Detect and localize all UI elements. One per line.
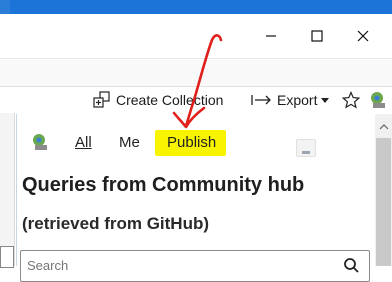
extension-icon — [33, 134, 47, 150]
star-icon — [342, 91, 360, 109]
minus-icon — [302, 151, 310, 154]
search-icon[interactable] — [343, 257, 359, 273]
left-pane-control[interactable] — [0, 246, 14, 268]
close-icon — [357, 30, 369, 42]
create-collection-icon — [93, 91, 110, 108]
minimize-button[interactable] — [248, 14, 294, 58]
favorite-button[interactable] — [342, 90, 360, 110]
extension-button[interactable] — [368, 90, 390, 110]
search-box — [20, 250, 370, 282]
search-input[interactable] — [25, 254, 329, 276]
left-pane-edge — [0, 113, 15, 266]
page-subtitle: (retrieved from GitHub) — [22, 214, 210, 233]
create-collection-label: Create Collection — [116, 92, 224, 108]
caret-down-icon — [321, 98, 330, 103]
chevron-up-icon — [379, 124, 388, 130]
address-toolbar — [0, 60, 392, 86]
panel-logo — [30, 132, 52, 157]
export-button[interactable]: Export — [251, 90, 330, 110]
maximize-icon — [311, 30, 323, 42]
tab-publish[interactable]: Publish — [167, 134, 216, 151]
create-collection-button[interactable]: Create Collection — [92, 90, 223, 110]
export-label: Export — [277, 92, 318, 108]
close-button[interactable] — [340, 14, 386, 58]
tab-me[interactable]: Me — [119, 134, 140, 151]
taskbar-strip — [0, 0, 392, 14]
titlebar-divider — [0, 58, 392, 59]
extension-icon — [371, 92, 385, 108]
tab-all[interactable]: All — [75, 134, 92, 151]
taskbar-strip-edge — [0, 0, 10, 14]
minimize-icon — [266, 35, 276, 37]
maximize-button[interactable] — [294, 14, 340, 58]
scroll-up-button[interactable] — [375, 120, 392, 134]
arrow-right-bar-icon — [251, 95, 271, 105]
page-title: Queries from Community hub — [22, 174, 305, 196]
collapse-button[interactable] — [296, 139, 316, 157]
scrollbar-thumb[interactable] — [376, 138, 391, 266]
